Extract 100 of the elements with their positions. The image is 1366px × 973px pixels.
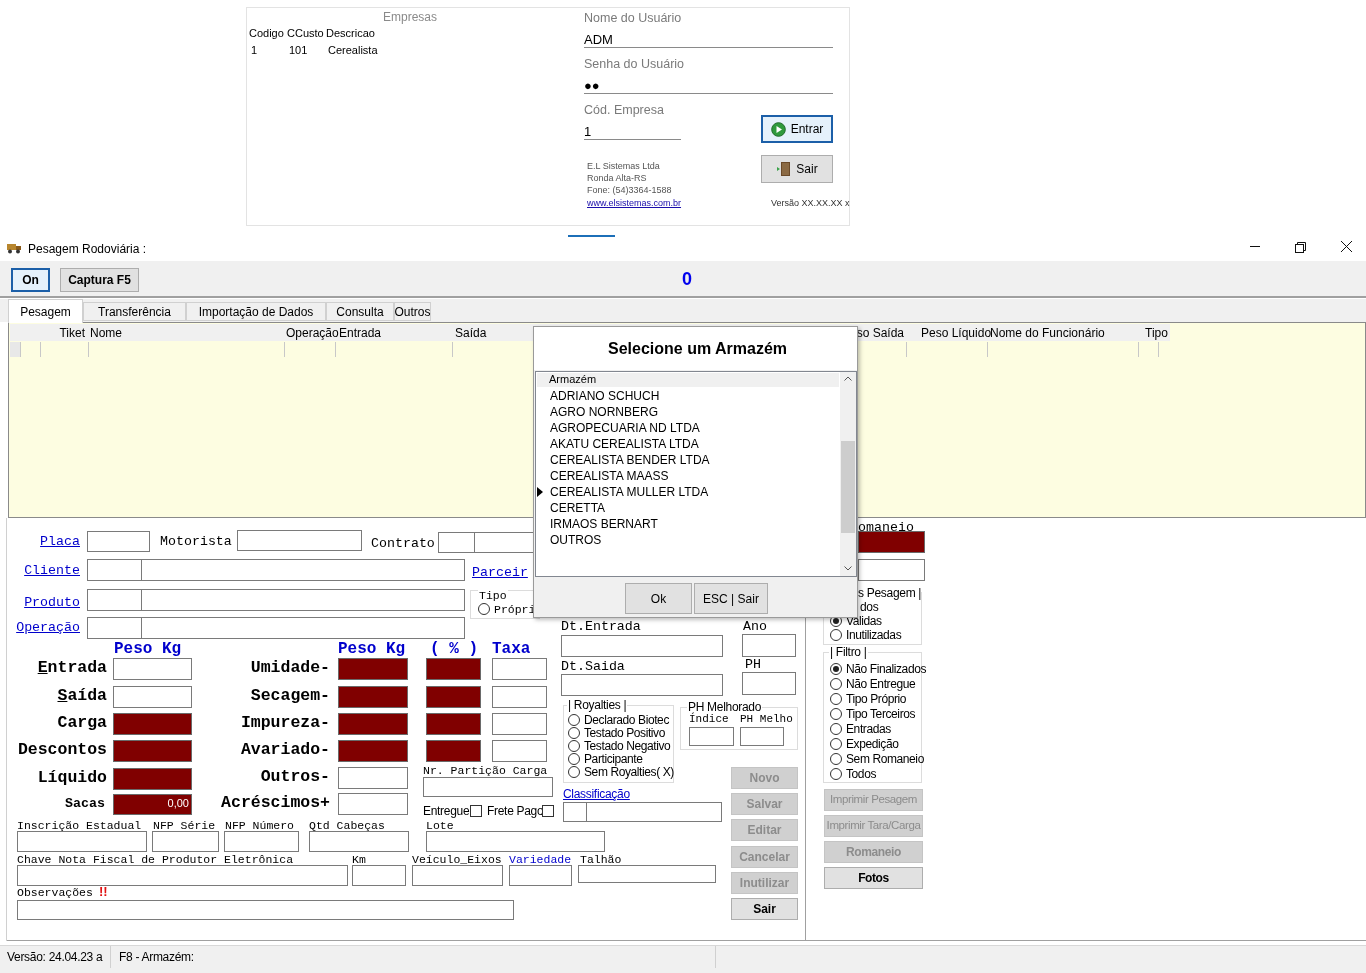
button[interactable]: Sair: [761, 155, 833, 183]
tab[interactable]: Transferência: [83, 302, 186, 321]
input-field[interactable]: [237, 530, 362, 551]
input-field[interactable]: [474, 532, 536, 553]
input-field[interactable]: [309, 831, 409, 852]
input-field[interactable]: [563, 802, 587, 822]
input-field[interactable]: [87, 559, 142, 581]
input-field[interactable]: [426, 740, 481, 762]
input-field[interactable]: [740, 727, 784, 746]
list-item[interactable]: CEREALISTA MAASS: [537, 468, 838, 484]
radio-button[interactable]: [568, 753, 580, 765]
input-field[interactable]: [578, 865, 716, 883]
list-item[interactable]: CEREALISTA MULLER LTDA: [537, 484, 838, 500]
input-field[interactable]: [17, 900, 514, 920]
list-item[interactable]: CEREALISTA BENDER LTDA: [537, 452, 838, 468]
radio-button[interactable]: [568, 714, 580, 726]
radio-button[interactable]: [568, 766, 580, 778]
tab[interactable]: Importação de Dados: [186, 302, 326, 321]
input-field[interactable]: [426, 658, 481, 680]
list-item[interactable]: AKATU CEREALISTA LTDA: [537, 436, 838, 452]
input-field[interactable]: [492, 713, 547, 735]
button[interactable]: Fotos: [824, 867, 923, 889]
input-field[interactable]: [338, 658, 408, 680]
input-field[interactable]: [423, 777, 553, 797]
radio-button[interactable]: [830, 629, 842, 641]
input-field[interactable]: [141, 617, 465, 639]
input-field[interactable]: [338, 713, 408, 735]
input-field[interactable]: [141, 559, 465, 581]
list-item[interactable]: CERETTA: [537, 500, 838, 516]
radio-button[interactable]: [830, 708, 842, 720]
website-link[interactable]: www.elsistemas.com.br: [587, 199, 682, 208]
input-field[interactable]: [561, 674, 723, 696]
input-field[interactable]: [338, 686, 408, 708]
radio-button[interactable]: [830, 768, 842, 780]
input-field[interactable]: ADM: [584, 29, 833, 48]
button[interactable]: Ok: [625, 583, 692, 614]
list-item[interactable]: OUTROS: [537, 532, 838, 548]
checkbox[interactable]: [470, 805, 482, 817]
input-field[interactable]: 1: [584, 121, 681, 140]
tab[interactable]: Outros: [394, 302, 431, 321]
input-field[interactable]: [338, 793, 408, 815]
radio-button[interactable]: [830, 678, 842, 690]
input-field[interactable]: [492, 658, 547, 680]
input-field[interactable]: [742, 634, 796, 657]
operacao-link[interactable]: Operação: [16, 621, 80, 635]
variedade-link[interactable]: Variedade: [509, 854, 572, 866]
radio-button[interactable]: [568, 727, 580, 739]
radio-button[interactable]: [830, 738, 842, 750]
list-item[interactable]: AGRO NORNBERG: [537, 404, 838, 420]
list-item[interactable]: ADRIANO SCHUCH: [537, 388, 838, 404]
input-field[interactable]: [113, 740, 192, 762]
input-field[interactable]: [152, 831, 219, 852]
input-field[interactable]: [17, 865, 348, 886]
input-field[interactable]: [338, 767, 408, 789]
input-field[interactable]: [224, 831, 299, 852]
close-icon[interactable]: [1341, 241, 1352, 252]
button[interactable]: On: [11, 268, 50, 292]
input-field[interactable]: [426, 831, 605, 852]
input-field[interactable]: [438, 532, 475, 553]
input-field[interactable]: [561, 635, 723, 657]
input-field[interactable]: [87, 617, 142, 639]
input-field[interactable]: [412, 865, 503, 886]
button[interactable]: Entrar: [761, 115, 833, 143]
input-field[interactable]: [141, 589, 465, 611]
scroll-up-icon[interactable]: [844, 376, 852, 381]
input-field[interactable]: [689, 727, 734, 746]
input-field[interactable]: 0,00: [113, 794, 192, 815]
input-field[interactable]: [858, 531, 925, 553]
radio-button[interactable]: [568, 740, 580, 752]
checkbox[interactable]: [542, 805, 554, 817]
input-field[interactable]: [338, 740, 408, 762]
input-field[interactable]: [87, 589, 142, 611]
button[interactable]: Sair: [731, 898, 798, 920]
input-field[interactable]: [113, 768, 192, 790]
input-field[interactable]: ●●: [584, 75, 833, 94]
classificacao-link[interactable]: Classificação: [563, 788, 630, 800]
input-field[interactable]: [509, 865, 572, 886]
restore-icon[interactable]: [1295, 242, 1306, 253]
radio-button[interactable]: [830, 753, 842, 765]
input-field[interactable]: [492, 686, 547, 708]
input-field[interactable]: [113, 658, 192, 680]
radio-button[interactable]: [830, 693, 842, 705]
input-field[interactable]: [742, 672, 796, 695]
scroll-down-icon[interactable]: [844, 566, 852, 571]
input-field[interactable]: [586, 802, 722, 822]
radio-button[interactable]: [830, 723, 842, 735]
list-item[interactable]: AGROPECUARIA ND LTDA: [537, 420, 838, 436]
radio-button[interactable]: [478, 603, 490, 615]
tab[interactable]: Pesagem: [8, 299, 83, 323]
input-field[interactable]: [492, 740, 547, 762]
input-field[interactable]: [17, 831, 147, 852]
placa-link[interactable]: Placa: [40, 535, 80, 549]
input-field[interactable]: [426, 713, 481, 735]
input-field[interactable]: [113, 686, 192, 708]
produto-link[interactable]: Produto: [24, 596, 80, 610]
button[interactable]: Captura F5: [60, 268, 139, 292]
list-item[interactable]: IRMAOS BERNART: [537, 516, 838, 532]
radio-button[interactable]: [830, 663, 842, 675]
input-field[interactable]: [352, 865, 406, 886]
minimize-icon[interactable]: [1250, 246, 1260, 248]
